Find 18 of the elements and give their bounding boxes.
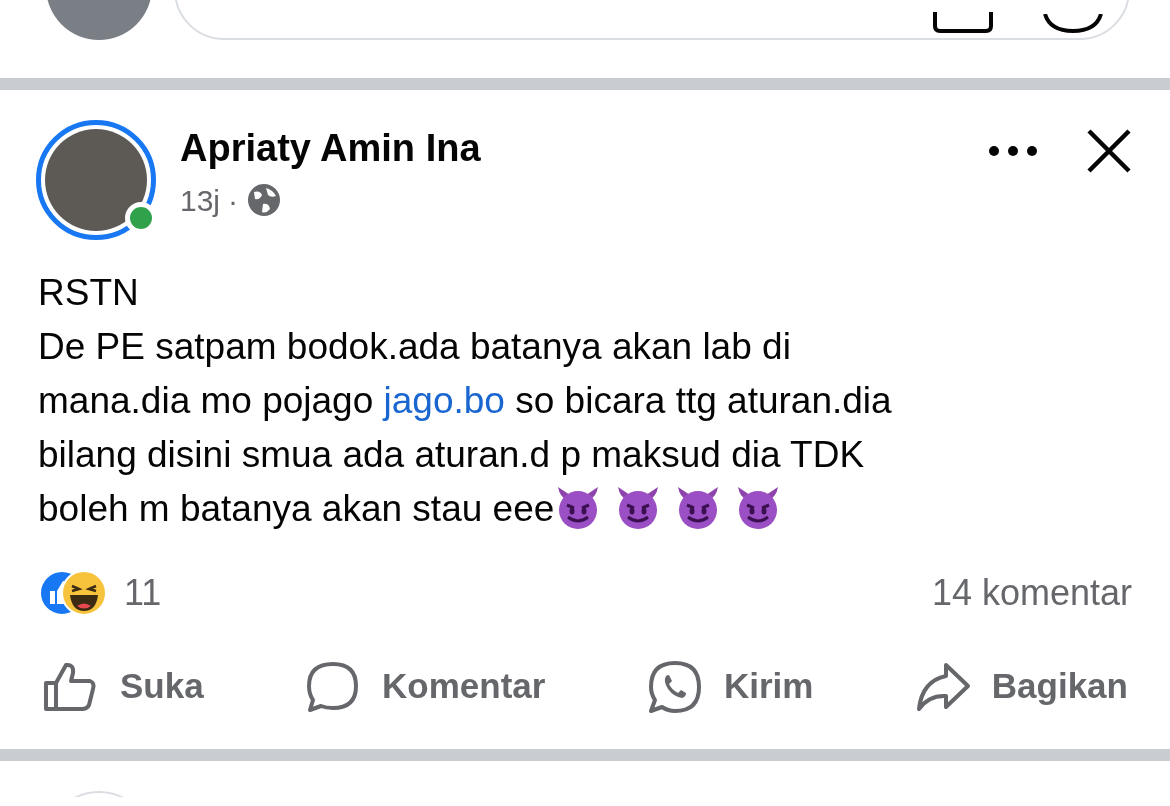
share-button[interactable]: Bagikan	[913, 658, 1128, 715]
photo-icon[interactable]	[932, 12, 994, 34]
reaction-count[interactable]: 11	[124, 566, 162, 620]
post-text: De PE satpam bodok.ada batanya akan lab di mana.dia mo pojago jago.bo so bicara ttg aturan.dia bilang disini smua ada aturan.d p maksud dia TDK boleh m batanya akan stau eee	[38, 325, 893, 533]
globe-icon	[246, 182, 283, 219]
close-icon[interactable]	[1086, 128, 1132, 174]
avatar-photo-placeholder[interactable]	[36, 120, 156, 240]
comment-button[interactable]: Komentar	[304, 658, 546, 715]
separator: ·	[228, 182, 239, 219]
link[interactable]: jago.bo	[383, 380, 505, 421]
laughing-emoji-icon	[60, 569, 108, 617]
comment-count[interactable]: 14 komentar	[931, 566, 1132, 620]
like-button[interactable]: Suka	[42, 658, 204, 715]
post-title: RSTN	[38, 271, 140, 315]
post-time[interactable]: 13j	[180, 177, 221, 223]
send-button[interactable]: Kirim	[645, 658, 814, 715]
author-name[interactable]: Apriaty Amin Ina	[180, 128, 988, 170]
more-options-icon[interactable]	[988, 145, 1038, 157]
